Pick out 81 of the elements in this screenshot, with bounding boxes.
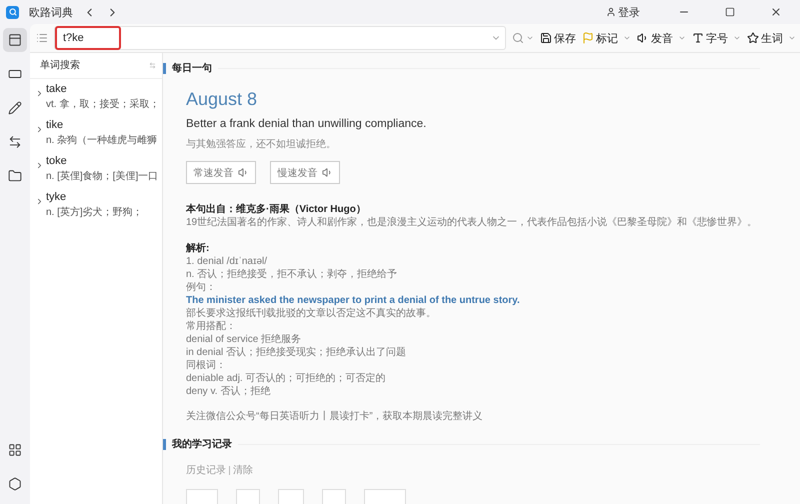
caret-icon[interactable]	[788, 34, 796, 42]
swap-icon	[8, 135, 22, 149]
analysis-line: 1. denial /dɪˈnaɪəl/	[186, 255, 268, 268]
analysis-title: 解析:	[186, 242, 210, 255]
history-tile[interactable]	[278, 489, 304, 504]
history-tile[interactable]	[186, 489, 218, 504]
star-icon	[747, 32, 759, 44]
speaker-icon	[322, 167, 332, 178]
save-button[interactable]: 保存	[540, 30, 576, 46]
search-button[interactable]	[512, 32, 534, 44]
close-icon	[770, 6, 782, 18]
pencil-icon	[8, 101, 22, 115]
word-definition: n. [英俚]食物；[美俚]一口	[46, 170, 158, 183]
settings-icon	[8, 477, 22, 491]
section-marker	[163, 438, 166, 450]
date-title: August 8	[186, 89, 258, 110]
audio-button[interactable]: 慢速发音	[270, 161, 340, 184]
word-definition: n. [英方]劣犬；野狗；	[46, 206, 143, 219]
sentence-translation: 与其勉强答应，还不如坦诚拒绝。	[186, 138, 337, 151]
section-title: 我的学习记录	[172, 438, 232, 451]
speaker-icon	[637, 32, 649, 44]
font-icon	[692, 32, 704, 44]
expand-icon[interactable]	[35, 161, 44, 170]
expand-icon[interactable]	[35, 197, 44, 206]
analysis-line: 例句：	[186, 281, 217, 294]
word: tyke	[46, 191, 68, 203]
word: take	[46, 83, 68, 95]
word-entry[interactable]: toke n. [英俚]食物；[美俚]一口	[30, 151, 162, 187]
user-icon	[606, 7, 616, 17]
section-marker	[163, 62, 166, 74]
caret-icon[interactable]	[678, 34, 686, 42]
history-tile[interactable]	[236, 489, 260, 504]
source-title: 本句出自：维克多·雨果（Victor Hugo）	[186, 202, 367, 216]
caret-icon[interactable]	[526, 34, 534, 42]
expand-icon[interactable]	[35, 125, 44, 134]
search-bar[interactable]: t?ke	[54, 26, 506, 50]
caret-icon[interactable]	[623, 34, 631, 42]
source-note: 19世纪法国著名的作家、诗人和剧作家，也是浪漫主义运动的代表人物之一，代表作品包括小说《巴黎圣母院》和《悲惨世界》。	[186, 216, 758, 229]
analysis-line: in denial 否认；拒绝接受现实；拒绝承认出了问题	[186, 346, 408, 359]
word-definition: n. 杂狗（一种雄虎与雌狮	[46, 134, 158, 147]
daily-sentence: Better a frank denial than unwilling compliance.	[186, 118, 428, 130]
panel-button[interactable]	[3, 28, 27, 52]
caret-icon[interactable]	[733, 34, 741, 42]
history-tile[interactable]	[364, 489, 406, 504]
app-logo-icon	[6, 6, 19, 18]
font-button[interactable]: 字号	[692, 30, 741, 46]
speaker-icon	[238, 167, 248, 178]
list-title: 单词搜索	[40, 58, 80, 72]
audio-button[interactable]: 常速发音	[186, 161, 256, 184]
example-sentence: The minister asked the newspaper to print a denial of the untrue story.	[186, 294, 521, 307]
footer-note: 关注微信公众号“每日英语听力丨晨读打卡”，获取本期晨读完整讲义	[186, 410, 484, 423]
flag-button[interactable]: 标记	[582, 30, 631, 46]
star-button[interactable]: 生词	[747, 30, 796, 46]
panel-icon	[8, 33, 22, 47]
word-entry[interactable]: take vt. 拿，取；接受；采取；	[30, 79, 162, 115]
analysis-line: 部长要求这报纸刊载批驳的文章以否定这不真实的故事。	[186, 307, 437, 320]
login-button[interactable]: 登录	[606, 4, 640, 20]
analysis-line: n. 否认；拒绝接受，拒不承认；剥夺，拒绝给予	[186, 268, 398, 281]
search-icon	[512, 32, 524, 44]
analysis-line: 同根词：	[186, 359, 227, 372]
app-name: 欧路词典	[29, 6, 73, 20]
maximize-icon	[725, 7, 735, 17]
history-tile[interactable]	[322, 489, 346, 504]
flag-icon	[582, 32, 594, 44]
folder-icon	[8, 169, 22, 183]
word-definition: vt. 拿，取；接受；采取；	[46, 98, 160, 111]
grid-icon	[8, 443, 22, 457]
card-icon	[8, 67, 22, 81]
analysis-line: deny v. 否认；拒绝	[186, 385, 272, 398]
word: toke	[46, 155, 68, 167]
analysis-line: denial of service 拒绝服务	[186, 333, 302, 346]
expand-icon[interactable]	[35, 89, 44, 98]
save-icon	[540, 32, 552, 44]
speaker-button[interactable]: 发音	[637, 30, 686, 46]
search-field[interactable]: t?ke	[55, 26, 121, 50]
word-entry[interactable]: tike n. 杂狗（一种雄虎与雌狮	[30, 115, 162, 151]
analysis-line: 常用搭配：	[186, 320, 237, 333]
word-entry[interactable]: tyke n. [英方]劣犬；野狗；	[30, 187, 162, 223]
word: tike	[46, 119, 64, 131]
section-title: 每日一句	[172, 62, 212, 75]
analysis-line: deniable adj. 可否认的；可拒绝的；可否定的	[186, 372, 386, 385]
